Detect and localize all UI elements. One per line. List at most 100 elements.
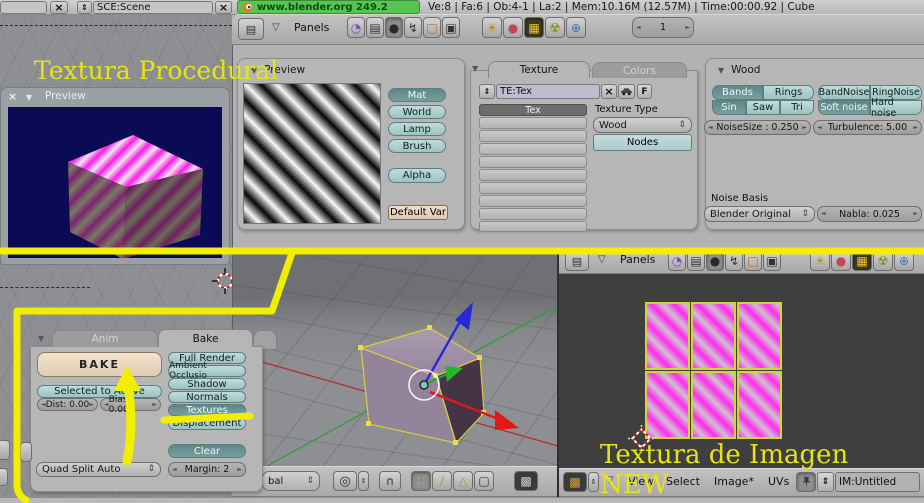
editor-type-image-icon[interactable]: ▩ — [563, 472, 587, 492]
ambient-occlusion-button[interactable]: Ambient Occlusio — [168, 361, 246, 381]
frame-number-stepper[interactable]: ◄ 1 ► — [632, 17, 694, 38]
world-buttons-icon[interactable]: ⊕ — [894, 251, 914, 271]
panels-menu[interactable]: Panels — [620, 253, 655, 266]
texture-type-dropdown[interactable]: Wood ⇕ — [593, 117, 692, 133]
sin-button[interactable]: Sin — [712, 100, 746, 115]
texture-channel-active[interactable]: Tex — [479, 104, 587, 116]
dist-stepper[interactable]: ◄ Dist: 0.00 ► — [37, 398, 98, 411]
close-icon[interactable]: × — [50, 1, 68, 14]
preview-world-button[interactable]: World — [388, 105, 446, 119]
saw-button[interactable]: Saw — [746, 100, 780, 115]
hard-noise-button[interactable]: Hard noise — [870, 97, 922, 119]
shading-buttons-icon[interactable]: ● — [706, 251, 724, 271]
textures-button[interactable]: Textures — [168, 404, 246, 416]
preview-brush-button[interactable]: Brush — [388, 139, 446, 153]
header-menu-collapse-icon[interactable]: ▽ — [598, 254, 606, 265]
left-arrow-icon[interactable]: ◄ — [708, 124, 713, 131]
noise-size-stepper[interactable]: ◄ NoiseSize : 0.250 ► — [704, 120, 811, 135]
clear-button[interactable]: Clear — [168, 444, 246, 458]
right-arrow-icon[interactable]: ► — [89, 401, 94, 408]
preview-mat-button[interactable]: Mat — [388, 88, 446, 102]
texture-channel-slot[interactable] — [479, 221, 587, 232]
snap-magnet-icon[interactable]: ∩ — [379, 471, 401, 491]
rings-button[interactable]: Rings — [763, 85, 814, 100]
uv-face-tile[interactable] — [737, 371, 782, 439]
editing-buttons-icon[interactable]: □ — [744, 251, 762, 271]
texture-channel-slot[interactable] — [479, 182, 587, 194]
uv-unwrap-grid[interactable] — [645, 302, 783, 440]
default-var-button[interactable]: Default Var — [388, 205, 448, 220]
normals-button[interactable]: Normals — [168, 391, 246, 403]
scene-buttons-icon[interactable]: ▣ — [442, 17, 460, 38]
radiosity-buttons-icon[interactable]: ☢ — [873, 251, 893, 271]
texture-channel-slot[interactable] — [479, 208, 587, 220]
panels-menu[interactable]: Panels — [294, 21, 329, 34]
scene-name-field[interactable]: SCE:Scene — [93, 1, 213, 14]
unlink-icon[interactable]: × — [601, 84, 617, 99]
nabla-stepper[interactable]: ◄ Nabla: 0.025 ► — [817, 206, 922, 222]
radiosity-buttons-icon[interactable]: ☢ — [545, 17, 565, 38]
uv-face-tile[interactable] — [645, 302, 690, 370]
bands-button[interactable]: Bands — [712, 85, 763, 100]
texture-channel-slot[interactable] — [479, 130, 587, 142]
material-buttons-icon[interactable]: ● — [503, 17, 523, 38]
left-arrow-icon[interactable]: ◄ — [817, 124, 822, 131]
material-buttons-icon[interactable]: ● — [831, 251, 851, 271]
tab-texture[interactable]: Texture — [488, 61, 590, 78]
editor-type-updown-icon[interactable]: ⇕ — [588, 472, 599, 492]
shading-buttons-icon[interactable]: ● — [385, 17, 403, 38]
margin-stepper[interactable]: ◄ Margin: 2 ► — [168, 462, 246, 477]
texture-channel-slot[interactable] — [479, 169, 587, 181]
world-buttons-icon[interactable]: ⊕ — [566, 17, 586, 38]
edge-select-mode-icon[interactable]: / — [432, 471, 452, 491]
texture-channel-slot[interactable] — [479, 143, 587, 155]
object-buttons-icon[interactable]: ↯ — [725, 251, 743, 271]
window-type-icon[interactable]: ▤ — [565, 251, 589, 271]
collapse-icon[interactable]: ▼ — [472, 64, 478, 73]
bandnoise-button[interactable]: BandNoise — [818, 85, 870, 100]
alpha-button[interactable]: Alpha — [388, 168, 446, 183]
texture-buttons-icon[interactable]: ▦ — [852, 251, 872, 271]
preview-lamp-button[interactable]: Lamp — [388, 122, 446, 136]
auto-name-icon[interactable] — [618, 84, 635, 99]
noise-basis-dropdown[interactable]: Blender Original ⇕ — [704, 206, 815, 222]
orientation-dropdown[interactable]: bal ⇕ — [262, 471, 320, 491]
script-buttons-icon[interactable]: ▤ — [366, 17, 384, 38]
uv-face-tile[interactable] — [691, 302, 736, 370]
uv-face-tile[interactable] — [737, 302, 782, 370]
close-icon[interactable]: × — [215, 1, 232, 14]
logic-buttons-icon[interactable]: ◔ — [347, 17, 365, 38]
scene-browse-icon[interactable]: ⇕ — [77, 1, 92, 14]
soft-noise-button[interactable]: Soft noise — [818, 100, 870, 115]
bias-stepper[interactable]: ◄ Bias: 0.00 ► — [100, 395, 161, 415]
tab-colors[interactable]: Colors — [592, 62, 687, 78]
header-menu-collapse-icon[interactable]: ▽ — [272, 22, 280, 33]
editing-buttons-icon[interactable]: □ — [423, 17, 441, 38]
right-arrow-icon[interactable]: ► — [685, 24, 690, 31]
scene-buttons-icon[interactable]: ▣ — [763, 251, 781, 271]
object-buttons-icon[interactable]: ↯ — [404, 17, 422, 38]
turbulence-stepper[interactable]: ◄ Turbulence: 5.00 ► — [813, 120, 922, 135]
texture-channel-slot[interactable] — [479, 117, 587, 129]
left-arrow-icon[interactable]: ◄ — [636, 24, 641, 31]
shadow-button[interactable]: Shadow — [168, 378, 246, 390]
vertex-select-mode-icon[interactable]: ∷ — [411, 471, 431, 491]
lamp-buttons-icon[interactable]: ☀ — [482, 17, 502, 38]
texture-channel-slot[interactable] — [479, 195, 587, 207]
pivot-point-icon[interactable]: ◎ — [333, 471, 357, 491]
datablock-field-fragment[interactable] — [0, 1, 47, 14]
right-arrow-icon[interactable]: ► — [152, 401, 157, 408]
texture-datablock-field[interactable]: TE:Tex — [496, 84, 600, 99]
right-arrow-icon[interactable]: ► — [913, 211, 918, 217]
texture-channel-slot[interactable] — [479, 156, 587, 168]
close-icon[interactable]: × — [8, 91, 21, 103]
collapse-icon[interactable]: ▼ — [26, 93, 32, 102]
quad-split-dropdown[interactable]: Quad Split Auto ⇕ — [36, 462, 161, 477]
uv-face-tile[interactable] — [691, 371, 736, 439]
displacement-button[interactable]: Displacement — [168, 417, 246, 430]
collapse-icon[interactable]: ▼ — [718, 66, 724, 75]
collapse-icon[interactable]: ▼ — [38, 334, 44, 343]
tri-button[interactable]: Tri — [780, 100, 814, 115]
tab-anim[interactable]: Anim — [52, 330, 158, 347]
window-type-icon[interactable]: ▤ — [238, 18, 264, 40]
